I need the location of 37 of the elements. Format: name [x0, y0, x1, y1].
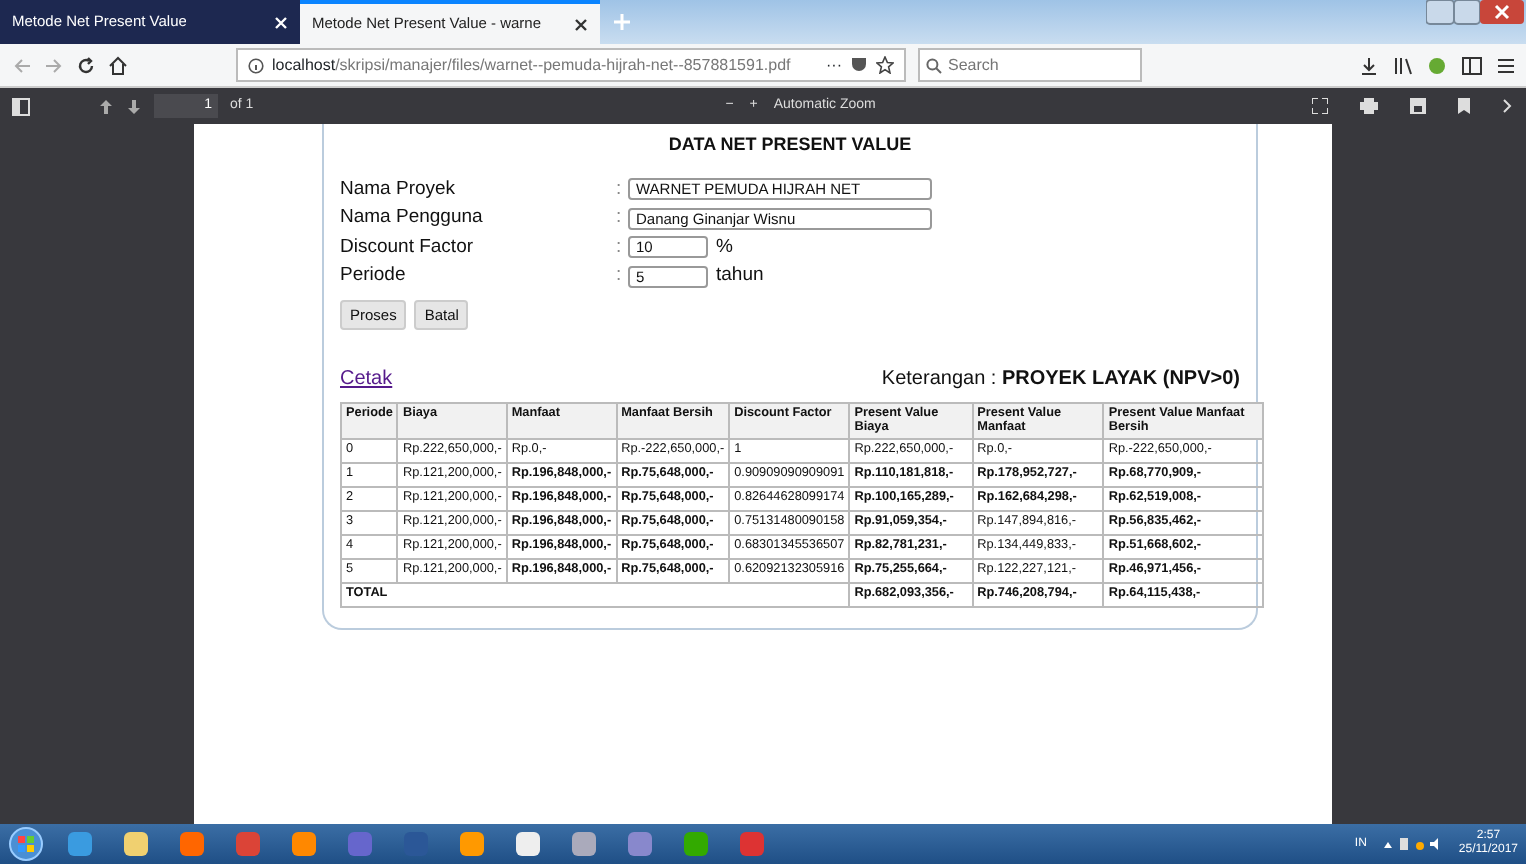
address-bar[interactable]: localhost/skripsi/manajer/files/warnet--pemuda-hijrah-net--857881591.pdf ··· [236, 48, 906, 82]
download-icon[interactable] [1360, 55, 1378, 75]
close-icon[interactable] [574, 17, 588, 31]
status-note: Keterangan : PROYEK LAYAK (NPV>0) [881, 365, 1240, 394]
reload-icon[interactable] [76, 55, 96, 75]
sidebar-toggle-icon[interactable] [12, 97, 30, 115]
colon: : [616, 175, 624, 204]
field-label: Discount Factor [340, 233, 476, 262]
url-text: localhost/skripsi/manajer/files/warnet--pemuda-hijrah-net--857881591.pdf [272, 53, 791, 77]
document-title: DATA NET PRESENT VALUE [666, 132, 914, 158]
home-icon[interactable] [108, 55, 128, 75]
field-label: Nama Proyek [340, 175, 458, 204]
unit-label: % [716, 233, 733, 262]
save-icon[interactable] [1410, 98, 1426, 114]
colon: : [616, 233, 624, 262]
field-label: Periode [340, 262, 408, 291]
more-tools-icon[interactable] [1502, 98, 1514, 114]
info-icon [248, 57, 264, 73]
colon: : [616, 204, 624, 233]
page-down-icon[interactable] [126, 97, 142, 115]
colon: : [616, 262, 624, 291]
bookmark-star-icon[interactable] [876, 56, 894, 74]
field-label: Nama Pengguna [340, 204, 485, 233]
search-icon [926, 58, 942, 74]
start-icon[interactable] [8, 826, 44, 862]
search-field[interactable]: Search [918, 48, 1142, 82]
presentation-icon[interactable] [1312, 98, 1328, 114]
print-icon[interactable] [1360, 98, 1378, 114]
unit-label: tahun [716, 262, 764, 291]
library-icon[interactable] [1394, 55, 1412, 75]
menu-icon[interactable] [1498, 55, 1514, 75]
sidebar-icon[interactable] [1462, 55, 1482, 75]
bookmark-icon[interactable] [1458, 98, 1470, 114]
window-controls-icon[interactable] [1426, 0, 1526, 28]
page-up-icon[interactable] [98, 97, 114, 115]
print-link[interactable]: Cetak [340, 363, 393, 394]
more-button[interactable]: ··· [826, 53, 842, 77]
